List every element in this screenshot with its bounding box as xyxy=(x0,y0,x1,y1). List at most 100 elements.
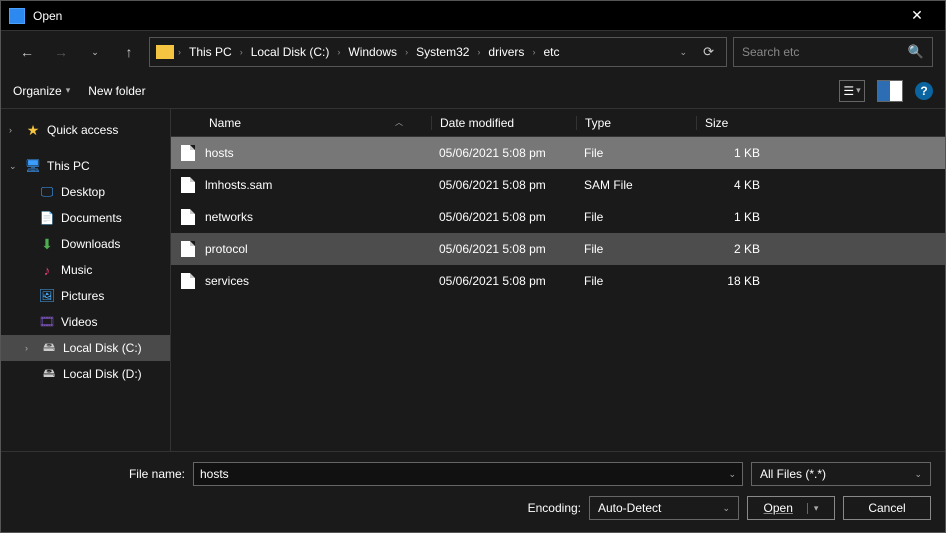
organize-button[interactable]: Organize ▾ xyxy=(13,84,70,98)
file-type: File xyxy=(576,274,696,288)
chevron-down-icon: ⌄ xyxy=(722,503,730,514)
breadcrumb-item[interactable]: Windows xyxy=(344,43,401,61)
sidebar-quick-access[interactable]: › ★ Quick access xyxy=(1,117,170,143)
refresh-button[interactable]: ⟳ xyxy=(697,44,720,60)
breadcrumb-item[interactable]: drivers xyxy=(484,43,528,61)
downloads-icon: ⬇ xyxy=(39,236,55,252)
file-type-filter[interactable]: All Files (*.*) ⌄ xyxy=(751,462,931,486)
chevron-down-icon: ▾ xyxy=(807,503,819,514)
filename-label: File name: xyxy=(15,467,185,481)
file-type: File xyxy=(576,210,696,224)
file-date: 05/06/2021 5:08 pm xyxy=(431,146,576,160)
sidebar-desktop[interactable]: 🖵 Desktop xyxy=(1,179,170,205)
bottom-panel: File name: ⌄ All Files (*.*) ⌄ Encoding:… xyxy=(1,451,945,532)
file-row[interactable]: services05/06/2021 5:08 pmFile18 KB xyxy=(171,265,945,297)
chevron-right-icon: › xyxy=(178,47,181,57)
breadcrumb-item[interactable]: This PC xyxy=(185,43,236,61)
filter-label: All Files (*.*) xyxy=(760,467,826,481)
column-header-type[interactable]: Type xyxy=(576,116,696,130)
new-folder-label: New folder xyxy=(88,84,145,98)
chevron-right-icon: › xyxy=(477,47,480,57)
search-icon[interactable]: 🔍 xyxy=(908,44,924,60)
sidebar: › ★ Quick access ⌄ 🖥 This PC 🖵 Desktop 📄… xyxy=(1,109,171,451)
new-folder-button[interactable]: New folder xyxy=(88,84,145,98)
file-name: protocol xyxy=(205,242,431,256)
desktop-icon: 🖵 xyxy=(39,184,55,200)
chevron-down-icon: ▾ xyxy=(66,85,71,96)
sidebar-label: Local Disk (C:) xyxy=(63,341,142,355)
file-size: 2 KB xyxy=(696,242,768,256)
view-mode-button[interactable]: ☰▾ xyxy=(839,80,865,102)
close-button[interactable]: ✕ xyxy=(897,7,937,24)
sidebar-music[interactable]: ♪ Music xyxy=(1,257,170,283)
chevron-right-icon: › xyxy=(240,47,243,57)
chevron-right-icon: › xyxy=(532,47,535,57)
nav-forward-button[interactable]: → xyxy=(47,38,75,66)
preview-pane-button[interactable] xyxy=(877,80,903,102)
column-header-name[interactable]: Name ︿ xyxy=(181,116,431,130)
file-row[interactable]: protocol05/06/2021 5:08 pmFile2 KB xyxy=(171,233,945,265)
column-header-date[interactable]: Date modified xyxy=(431,116,576,130)
sidebar-label: Videos xyxy=(61,315,97,329)
help-button[interactable]: ? xyxy=(915,82,933,100)
sort-indicator-icon: ︿ xyxy=(395,117,403,128)
folder-icon xyxy=(156,45,174,59)
sidebar-drive-c[interactable]: › 🖴 Local Disk (C:) xyxy=(1,335,170,361)
main-area: › ★ Quick access ⌄ 🖥 This PC 🖵 Desktop 📄… xyxy=(1,109,945,451)
file-row[interactable]: hosts05/06/2021 5:08 pmFile1 KB xyxy=(171,137,945,169)
sidebar-pictures[interactable]: 🖼 Pictures xyxy=(1,283,170,309)
file-date: 05/06/2021 5:08 pm xyxy=(431,242,576,256)
file-icon xyxy=(181,177,195,193)
documents-icon: 📄 xyxy=(39,210,55,226)
filename-field[interactable]: ⌄ xyxy=(193,462,743,486)
file-icon xyxy=(181,145,195,161)
drive-icon: 🖴 xyxy=(41,340,57,356)
drive-icon: 🖴 xyxy=(41,366,57,382)
file-icon xyxy=(181,273,195,289)
sidebar-downloads[interactable]: ⬇ Downloads xyxy=(1,231,170,257)
search-box[interactable]: 🔍 xyxy=(733,37,933,67)
sidebar-label: Music xyxy=(61,263,92,277)
encoding-select[interactable]: Auto-Detect ⌄ xyxy=(589,496,739,520)
file-row[interactable]: lmhosts.sam05/06/2021 5:08 pmSAM File4 K… xyxy=(171,169,945,201)
breadcrumb-item[interactable]: etc xyxy=(539,43,563,61)
search-input[interactable] xyxy=(742,45,908,59)
sidebar-drive-d[interactable]: › 🖴 Local Disk (D:) xyxy=(1,361,170,387)
organize-label: Organize xyxy=(13,84,62,98)
title-bar: Open ✕ xyxy=(1,1,945,31)
nav-up-button[interactable]: ↑ xyxy=(115,38,143,66)
address-bar[interactable]: › This PC › Local Disk (C:) › Windows › … xyxy=(149,37,727,67)
sidebar-this-pc[interactable]: ⌄ 🖥 This PC xyxy=(1,153,170,179)
cancel-button[interactable]: Cancel xyxy=(843,496,931,520)
encoding-value: Auto-Detect xyxy=(598,501,661,515)
sidebar-label: Downloads xyxy=(61,237,120,251)
column-label: Name xyxy=(209,116,241,130)
nav-recent-dropdown[interactable]: ⌄ xyxy=(81,38,109,66)
filename-dropdown[interactable]: ⌄ xyxy=(722,469,736,480)
file-type: File xyxy=(576,146,696,160)
breadcrumb-item[interactable]: Local Disk (C:) xyxy=(247,43,334,61)
file-type: SAM File xyxy=(576,178,696,192)
sidebar-label: Desktop xyxy=(61,185,105,199)
videos-icon: 🎞 xyxy=(39,314,55,330)
chevron-right-icon: › xyxy=(337,47,340,57)
column-header-size[interactable]: Size xyxy=(696,116,776,130)
file-size: 1 KB xyxy=(696,146,768,160)
column-header-row: Name ︿ Date modified Type Size xyxy=(171,109,945,137)
breadcrumb-item[interactable]: System32 xyxy=(412,43,473,61)
filename-input[interactable] xyxy=(200,467,722,481)
file-list: hosts05/06/2021 5:08 pmFile1 KBlmhosts.s… xyxy=(171,137,945,297)
address-dropdown[interactable]: ⌄ xyxy=(674,47,694,58)
sidebar-label: Local Disk (D:) xyxy=(63,367,142,381)
chevron-right-icon: › xyxy=(405,47,408,57)
sidebar-documents[interactable]: 📄 Documents xyxy=(1,205,170,231)
pictures-icon: 🖼 xyxy=(39,288,55,304)
sidebar-videos[interactable]: 🎞 Videos xyxy=(1,309,170,335)
file-icon xyxy=(181,209,195,225)
nav-row: ← → ⌄ ↑ › This PC › Local Disk (C:) › Wi… xyxy=(1,31,945,73)
nav-back-button[interactable]: ← xyxy=(13,38,41,66)
open-button[interactable]: Open ▾ xyxy=(747,496,835,520)
file-row[interactable]: networks05/06/2021 5:08 pmFile1 KB xyxy=(171,201,945,233)
file-type: File xyxy=(576,242,696,256)
star-icon: ★ xyxy=(25,122,41,138)
